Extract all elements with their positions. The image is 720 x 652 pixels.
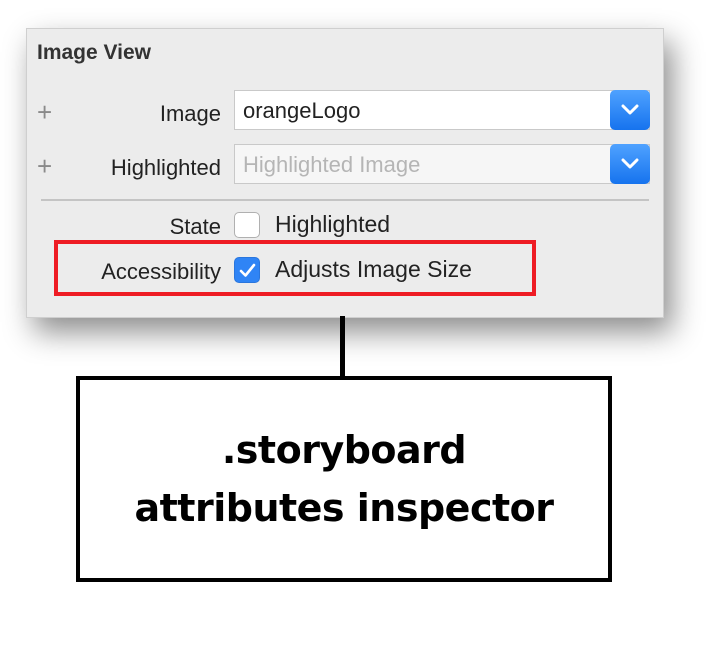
accessibility-highlight-box [54, 240, 536, 296]
image-label: Image [159, 101, 221, 126]
state-highlighted-checkbox-label[interactable]: Highlighted [275, 211, 390, 238]
image-add-variation-button[interactable]: + [37, 99, 52, 125]
panel-title: Image View [37, 41, 152, 64]
image-popup-value: orangeLogo [243, 98, 361, 123]
state-label: State [169, 214, 221, 239]
image-popup-chevron-down-icon[interactable] [610, 90, 650, 130]
highlighted-image-popup[interactable]: Highlighted Image [234, 144, 650, 184]
callout-line-2: attributes inspector [134, 486, 554, 530]
section-divider [41, 199, 649, 201]
callout-line-1: .storyboard [221, 428, 467, 472]
highlighted-image-placeholder: Highlighted Image [243, 152, 421, 177]
highlighted-add-variation-button[interactable]: + [37, 153, 52, 179]
highlighted-label: Highlighted [110, 155, 221, 180]
callout-connector-line [340, 316, 345, 378]
state-highlighted-checkbox[interactable] [234, 212, 260, 238]
image-popup[interactable]: orangeLogo [234, 90, 650, 130]
highlighted-popup-chevron-down-icon[interactable] [610, 144, 650, 184]
callout-box: .storyboard attributes inspector [76, 376, 612, 582]
